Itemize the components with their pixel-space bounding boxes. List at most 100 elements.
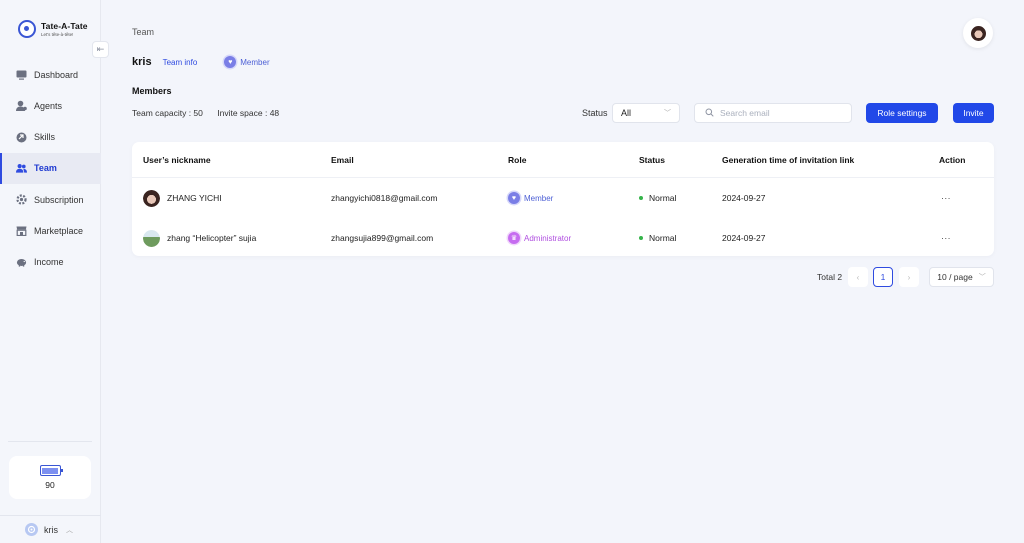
prev-page-button[interactable]: ‹ [848, 267, 868, 287]
sidebar-item-agents[interactable]: Agents [0, 90, 101, 121]
sidebar-item-team[interactable]: Team [0, 152, 101, 184]
crown-icon: ♛ [508, 232, 520, 244]
sidebar-item-dashboard[interactable]: Dashboard [0, 59, 101, 90]
sidebar-nav: Dashboard Agents Skills Team Subscriptio… [0, 59, 101, 278]
pagination-total: Total 2 [817, 272, 843, 282]
search-input[interactable] [720, 108, 840, 118]
collapse-sidebar-button[interactable]: ⇤ [92, 41, 109, 58]
status-filter-label: Status [582, 108, 608, 118]
status-dot [639, 196, 643, 200]
sidebar-item-label: Subscription [34, 194, 84, 205]
email-cell: zhangsujia899@gmail.com [331, 233, 434, 243]
column-header-generation-time: Generation time of invitation link [722, 155, 855, 165]
role-label: Member [524, 193, 554, 203]
page-button-current[interactable]: 1 [873, 267, 893, 287]
team-icon [16, 163, 27, 174]
invite-space: Invite space : 48 [217, 108, 280, 118]
brand-title: Tate-A-Tate [41, 21, 88, 31]
chevron-down-icon: ﹀ [978, 274, 986, 281]
sidebar-divider [8, 441, 92, 442]
heart-icon: ♥ [224, 56, 237, 68]
sidebar-item-skills[interactable]: Skills [0, 122, 101, 153]
team-info-link[interactable]: Team info [163, 58, 198, 67]
page-size-value: 10 / page [937, 272, 973, 282]
team-header: kris Team info ♥ Member [132, 56, 270, 68]
team-role-badge: ♥ Member [224, 56, 270, 68]
nickname: ZHANG YICHI [167, 193, 222, 203]
next-page-button[interactable]: › [899, 267, 919, 287]
status-label: Normal [649, 233, 677, 243]
invite-button[interactable]: Invite [953, 103, 994, 123]
sidebar: Tate-A-Tate Let's tête-à-tête! Dashboard… [0, 0, 101, 543]
status-filter-select[interactable]: All ﹀ [612, 103, 680, 123]
chevron-right-icon: › [907, 272, 911, 282]
user-avatar-icon [25, 523, 38, 536]
role-cell: ♛ Administrator [508, 218, 571, 258]
sidebar-item-marketplace[interactable]: Marketplace [0, 215, 101, 246]
agents-icon [16, 100, 27, 112]
more-actions-button[interactable]: ··· [941, 218, 951, 258]
skills-icon [16, 132, 27, 143]
members-table: User’s nickname Email Role Status Genera… [132, 142, 994, 256]
members-title: Members [132, 86, 172, 96]
search-email[interactable] [694, 103, 852, 123]
heart-icon: ♥ [508, 192, 520, 204]
battery-icon [39, 465, 63, 476]
role-label: Administrator [524, 233, 572, 243]
role-label: Member [240, 57, 270, 67]
status-filter-value: All [621, 108, 632, 118]
role-settings-button[interactable]: Role settings [866, 103, 938, 123]
sidebar-item-subscription[interactable]: Subscription [0, 184, 101, 215]
sidebar-item-label: Agents [34, 100, 63, 111]
dashboard-icon [16, 69, 27, 80]
sidebar-item-label: Skills [34, 132, 56, 143]
nickname-cell: zhang “Helicopter” sujia [143, 218, 256, 258]
column-header-status: Status [639, 155, 665, 165]
status-cell: Normal [639, 178, 676, 218]
capacity-info: Team capacity : 50 Invite space : 48 [132, 108, 279, 118]
status-label: Normal [649, 193, 677, 203]
sidebar-item-label: Team [34, 163, 57, 174]
user-name: kris [44, 524, 58, 535]
search-icon [705, 108, 714, 119]
chevron-up-icon: ︿ [66, 526, 73, 534]
team-capacity: Team capacity : 50 [132, 108, 203, 118]
column-header-action: Action [939, 155, 966, 165]
collapse-icon: ⇤ [96, 44, 105, 54]
status-cell: Normal [639, 218, 676, 258]
table-row: ZHANG YICHI zhangyichi0818@gmail.com ♥ M… [132, 178, 994, 218]
credits-value: 90 [45, 480, 55, 490]
sidebar-item-income[interactable]: Income [0, 247, 101, 278]
role-badge: ♥ Member [508, 192, 553, 204]
avatar [970, 25, 986, 41]
chevron-down-icon: ﹀ [664, 110, 671, 117]
page-size-select[interactable]: 10 / page ﹀ [929, 267, 994, 287]
date-cell: 2024-09-27 [722, 233, 766, 243]
column-header-role: Role [508, 155, 527, 165]
team-name: kris [132, 56, 152, 68]
role-cell: ♥ Member [508, 178, 553, 218]
avatar [143, 229, 160, 247]
breadcrumb: Team [132, 27, 155, 37]
sidebar-item-label: Income [34, 257, 64, 268]
sidebar-divider [0, 515, 101, 516]
chevron-left-icon: ‹ [856, 272, 860, 282]
credits-card[interactable]: 90 [9, 456, 91, 499]
role-badge: ♛ Administrator [508, 232, 571, 244]
account-avatar[interactable] [963, 18, 993, 48]
subscription-icon [16, 194, 27, 205]
avatar [143, 189, 160, 207]
sidebar-item-label: Dashboard [34, 69, 79, 80]
marketplace-icon [16, 225, 27, 236]
nickname: zhang “Helicopter” sujia [167, 233, 257, 243]
brand-logo[interactable]: Tate-A-Tate Let's tête-à-tête! [18, 20, 88, 38]
logo-icon [18, 20, 36, 38]
date-cell: 2024-09-27 [722, 193, 766, 203]
brand-subtitle: Let's tête-à-tête! [41, 32, 74, 37]
table-row: zhang “Helicopter” sujia zhangsujia899@g… [132, 218, 994, 258]
more-actions-button[interactable]: ··· [941, 178, 951, 218]
income-icon [16, 257, 27, 268]
sidebar-item-label: Marketplace [34, 225, 84, 236]
nickname-cell: ZHANG YICHI [143, 178, 222, 218]
user-menu[interactable]: kris ︿ [25, 523, 73, 536]
